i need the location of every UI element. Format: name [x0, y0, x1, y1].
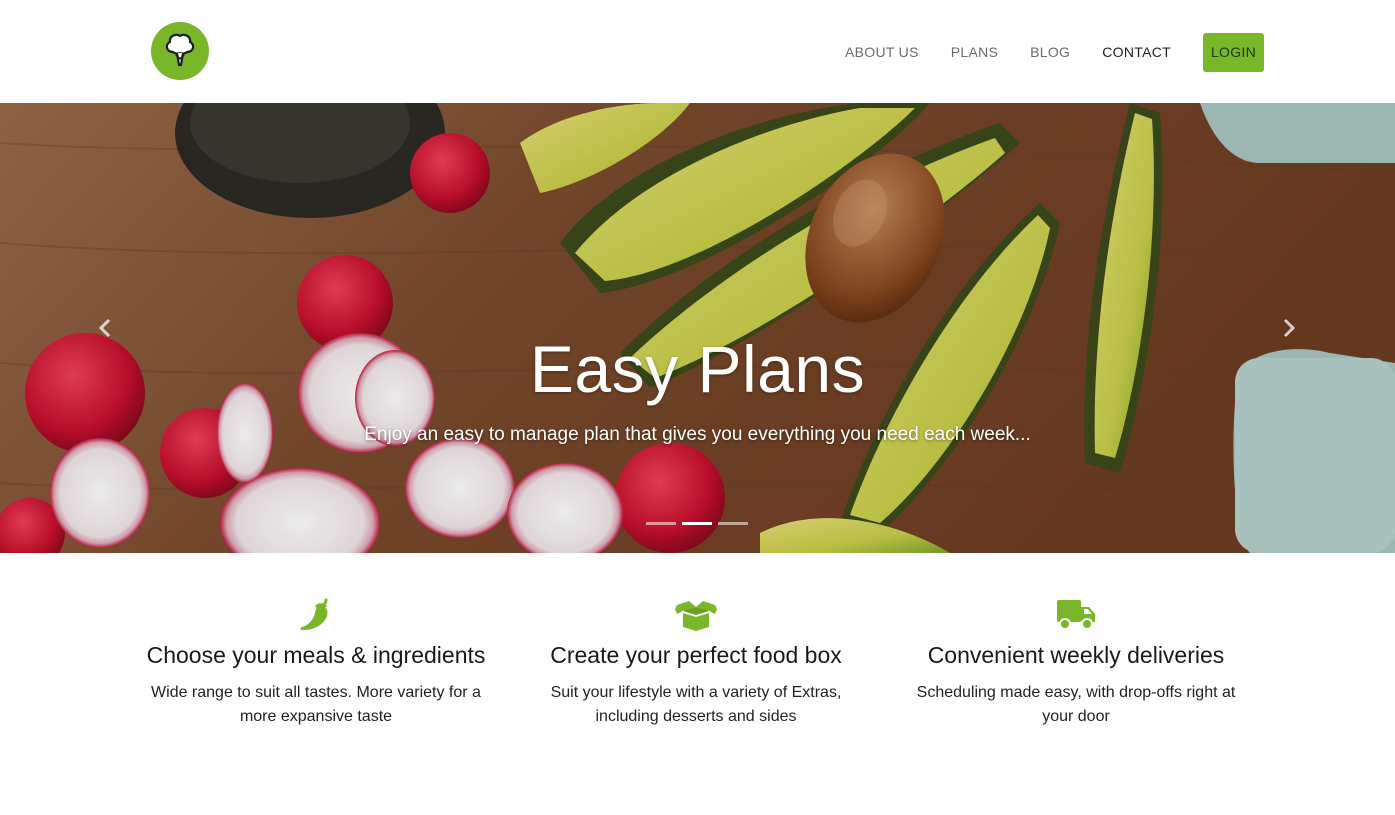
main-nav: ABOUT US PLANS BLOG CONTACT LOGIN — [845, 32, 1264, 72]
open-box-icon — [675, 601, 717, 631]
chili-pepper-icon — [300, 598, 328, 631]
hero-title: Easy Plans — [529, 332, 866, 406]
feature-text: Scheduling made easy, with drop-offs rig… — [916, 684, 1236, 725]
nav-about-us[interactable]: ABOUT US — [845, 44, 919, 60]
feature-text: Wide range to suit all tastes. More vari… — [151, 684, 481, 725]
hero-subtitle: Enjoy an easy to manage plan that gives … — [364, 424, 1031, 445]
carousel-indicator-1[interactable] — [646, 522, 676, 525]
feature-title: Choose your meals & ingredients — [146, 642, 486, 668]
navbar: ABOUT US PLANS BLOG CONTACT LOGIN — [0, 0, 1395, 103]
login-button[interactable]: LOGIN — [1202, 32, 1264, 72]
feature-meals: Choose your meals & ingredients Wide ran… — [126, 596, 506, 729]
nav-blog[interactable]: BLOG — [1030, 44, 1070, 60]
nav-contact[interactable]: CONTACT — [1102, 44, 1171, 60]
carousel-indicator-3[interactable] — [718, 522, 748, 525]
nav-plans[interactable]: PLANS — [951, 44, 998, 60]
chevron-left-icon — [98, 318, 111, 338]
feature-food-box: Create your perfect food box Suit your l… — [506, 596, 886, 729]
carousel-indicator-2[interactable] — [682, 522, 712, 525]
feature-text: Suit your lifestyle with a variety of Ex… — [550, 684, 842, 725]
carousel-prev-button[interactable] — [90, 313, 120, 343]
features-section: Choose your meals & ingredients Wide ran… — [126, 596, 1266, 729]
delivery-truck-icon — [1057, 600, 1095, 630]
brand-logo[interactable] — [151, 22, 209, 80]
hero-overlay — [0, 103, 1395, 553]
carousel-indicators — [646, 522, 754, 525]
broccoli-tree-icon — [165, 33, 195, 67]
feature-deliveries: Convenient weekly deliveries Scheduling … — [886, 596, 1266, 729]
chevron-right-icon — [1283, 318, 1296, 338]
feature-title: Create your perfect food box — [550, 642, 842, 668]
feature-title: Convenient weekly deliveries — [927, 642, 1225, 668]
carousel-next-button[interactable] — [1274, 313, 1304, 343]
hero-carousel: Easy Plans Enjoy an easy to manage plan … — [0, 103, 1395, 553]
